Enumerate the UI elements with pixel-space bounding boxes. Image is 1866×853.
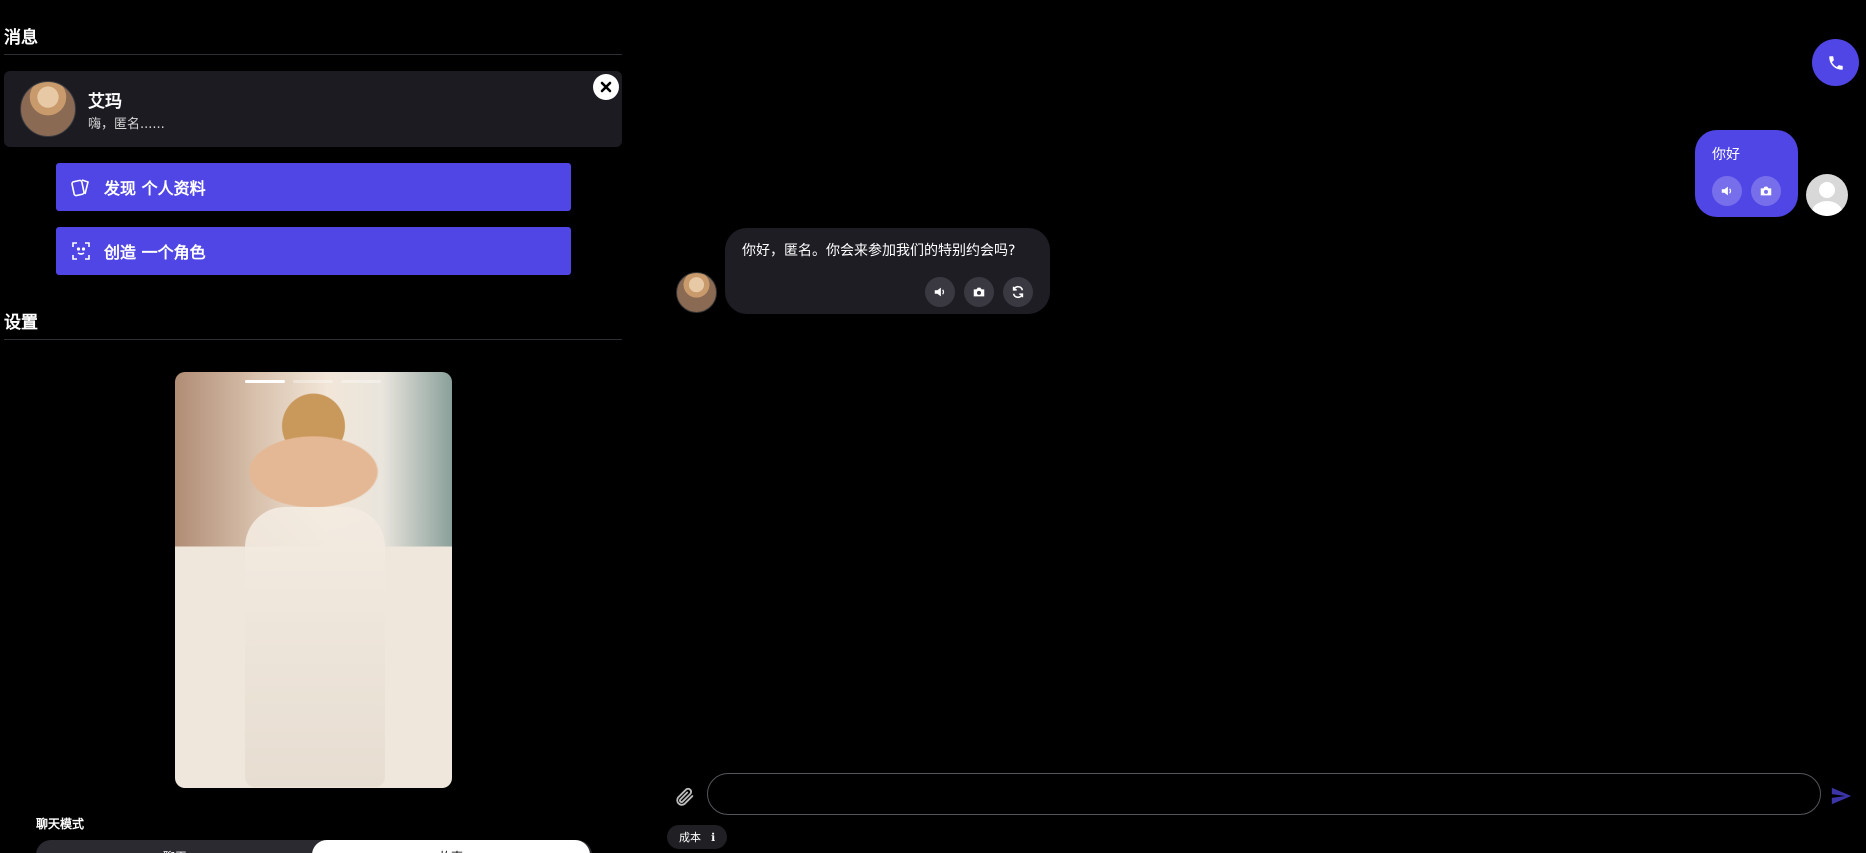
portrait-indicator-3[interactable] [341,380,381,383]
discover-profiles-label: 发现 个人资料 [104,179,206,198]
chat-mode-option-chat[interactable]: 聊天 [36,840,314,853]
send-icon [1831,787,1852,805]
discover-profiles-button[interactable]: 发现 个人资料 [56,163,571,211]
close-icon [600,81,612,93]
portrait-indicator-1[interactable] [245,380,285,383]
message-input[interactable] [707,773,1821,815]
speaker-icon [1721,186,1732,196]
cards-icon [70,176,92,198]
messages-title: 消息 [4,28,38,48]
camera-icon [1760,186,1772,196]
conversation-item-emma[interactable]: 艾玛 嗨，匿名...... [4,71,622,147]
sidebar: 消息 艾玛 嗨，匿名...... 发现 个人资料 创造 一个角色 设置 聊天模式 [0,0,625,853]
conversation-name: 艾玛 [88,92,122,112]
conversation-preview: 嗨，匿名...... [88,117,165,132]
speaker-icon [934,287,945,297]
refresh-icon [1012,285,1024,299]
create-character-label: 创造 一个角色 [104,243,206,262]
assistant-message-play-button[interactable] [925,277,955,307]
assistant-message-text: 你好，匿名。你会来参加我们的特别约会吗? [742,243,1016,259]
assistant-avatar [676,272,717,313]
user-message-text: 你好 [1712,147,1740,163]
settings-title: 设置 [4,313,38,333]
cost-badge[interactable]: 成本 ℹ [667,825,728,849]
portrait-indicator-2[interactable] [293,380,333,383]
close-conversation-button[interactable] [593,74,619,100]
send-button[interactable] [1830,785,1854,809]
scan-face-icon [70,240,92,262]
create-character-button[interactable]: 创造 一个角色 [56,227,571,275]
chat-mode-label: 聊天模式 [36,817,85,831]
user-silhouette-icon [1812,182,1842,216]
cost-label: 成本 [679,831,701,844]
attach-button[interactable] [674,785,696,809]
app: 消息 艾玛 嗨，匿名...... 发现 个人资料 创造 一个角色 设置 聊天模式… [0,0,1866,853]
conversation-avatar [20,81,76,137]
assistant-message-photo-button[interactable] [964,277,994,307]
chat-mode-option-story[interactable]: 故事 [312,840,590,853]
user-message-play-button[interactable] [1712,176,1742,206]
portrait-figure [245,507,385,787]
phone-icon [1828,55,1843,70]
assistant-message-bubble: 你好，匿名。你会来参加我们的特别约会吗? [725,228,1050,314]
settings-divider [4,339,622,340]
voice-call-button[interactable] [1812,39,1859,86]
camera-icon [973,287,985,297]
chat-mode-toggle: 聊天 故事 [36,840,592,853]
user-avatar [1806,174,1848,216]
user-message-bubble: 你好 [1695,130,1798,217]
info-icon: ℹ [711,830,716,844]
paperclip-icon [676,787,694,806]
user-message-photo-button[interactable] [1751,176,1781,206]
assistant-message-regenerate-button[interactable] [1003,277,1033,307]
character-portrait[interactable] [175,372,452,788]
messages-divider [4,54,622,55]
